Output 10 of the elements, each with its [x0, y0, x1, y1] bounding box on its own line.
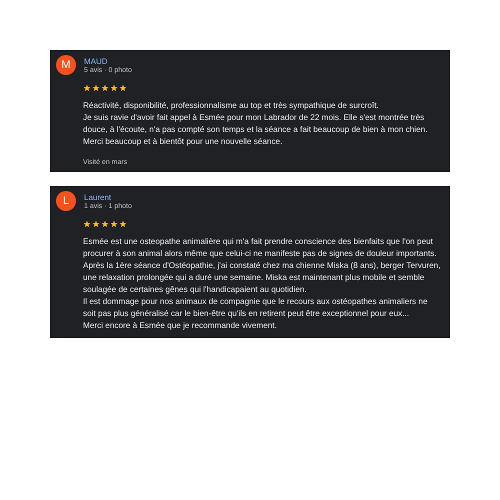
review-text: Il est dommage pour nos animaux de compagnie que le recours aux ostéopathes animaliers ne soit pas plus généralisé car le bien-être qu'ils en retirent peut être exceptionnel pour eux... [83, 296, 429, 320]
review-text: Je suis ravie d'avoir fait appel à Esmée pour mon Labrador de 22 mois. Elle s'est montrée très douce, à l'écoute, n'a pas compté son temps et la séance a fait beaucoup de bien à mon chien. [83, 112, 428, 136]
avatar: L [56, 191, 76, 211]
review-text: Esmée est une osteopathe animalière qui m'a fait prendre conscience des bienfaits que l'on peut procurer à son animal alors même que celui-ci ne manifeste pas de signes de douleur importants. Après la 1ère séance d'Ostéopathie, j'ai constaté chez ma chienne Miska (8 ans), berger Tervuren, une relaxation prolongée qui a duré une semaine. Miska est maintenant plus mobile et semble soulagée de certaines gênes qui l'handicapaient au quotidien. [83, 236, 442, 296]
avatar: M [56, 55, 76, 75]
review-text: Merci beaucoup et à bientôt pour une nouvelle séance. [83, 136, 284, 148]
reviewer-name[interactable]: MAUD [84, 56, 132, 66]
reviewer-name[interactable]: Laurent [84, 192, 132, 202]
review-text: Merci encore à Esmée que je recommande vivement. [83, 320, 278, 332]
review-text: Réactivité, disponibilité, professionnalisme au top et très sympathique de surcroît. [83, 100, 380, 112]
